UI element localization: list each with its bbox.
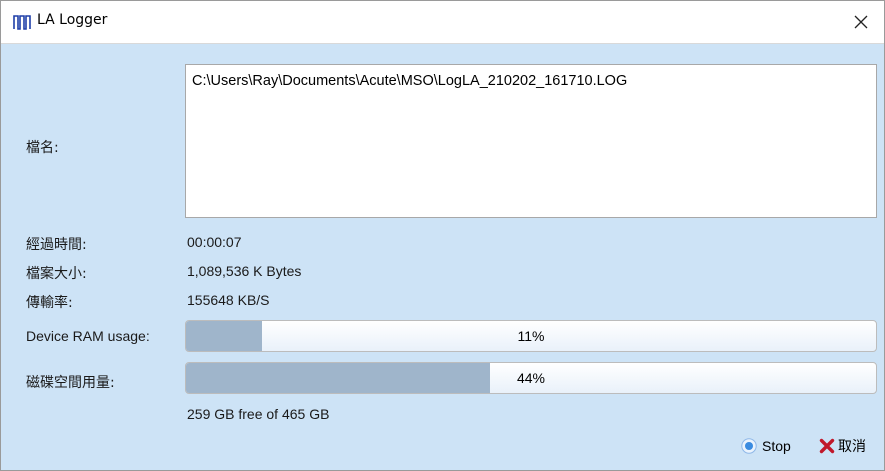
ram-usage-progress: 11% <box>185 320 877 352</box>
transfer-rate-value: 155648 KB/S <box>187 292 270 308</box>
cancel-x-icon <box>819 438 835 454</box>
ram-usage-percent: 11% <box>517 328 545 344</box>
close-button[interactable] <box>838 1 884 43</box>
disk-usage-percent: 44% <box>516 370 546 386</box>
elapsed-time-label: 經過時間: <box>26 237 87 253</box>
stop-icon <box>741 438 757 454</box>
stop-label: Stop <box>762 438 791 454</box>
cancel-button[interactable]: 取消 <box>819 433 866 459</box>
cancel-label: 取消 <box>838 439 866 455</box>
file-size-value: 1,089,536 K Bytes <box>187 263 302 279</box>
la-logger-window: LA Logger 檔名: C:\Users\Ray\Documents\Acu… <box>0 0 885 471</box>
waveform-icon <box>13 15 31 30</box>
window-title: LA Logger <box>37 12 108 28</box>
filename-label: 檔名: <box>26 140 59 156</box>
ram-usage-label: Device RAM usage: <box>26 328 150 344</box>
disk-usage-label: 磁碟空間用量: <box>26 375 115 391</box>
filename-field[interactable]: C:\Users\Ray\Documents\Acute\MSO\LogLA_2… <box>185 64 877 218</box>
file-size-label: 檔案大小: <box>26 266 87 282</box>
disk-free-text: 259 GB free of 465 GB <box>187 406 330 422</box>
close-icon <box>854 15 868 29</box>
transfer-rate-label: 傳輸率: <box>26 295 73 311</box>
stop-button[interactable]: Stop <box>741 433 791 459</box>
title-bar: LA Logger <box>1 1 884 44</box>
disk-usage-progress: 44% <box>185 362 877 394</box>
elapsed-time-value: 00:00:07 <box>187 234 242 250</box>
